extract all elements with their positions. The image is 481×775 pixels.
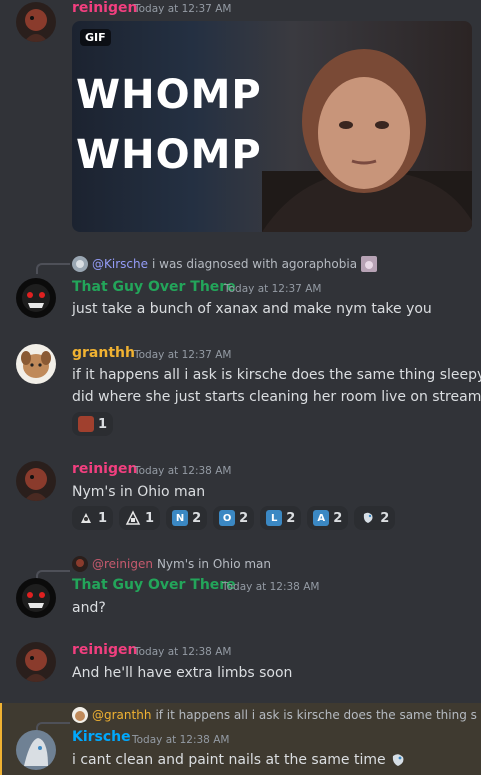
- avatar-reinigen[interactable]: [16, 642, 56, 682]
- reaction-count: 2: [239, 510, 249, 526]
- reaction[interactable]: 2: [354, 506, 396, 530]
- message-text: and?: [72, 600, 106, 616]
- reply-text: Nym's in Ohio man: [156, 557, 272, 571]
- reply-preview[interactable]: @granthh if it happens all i ask is kirs…: [72, 707, 477, 723]
- reaction-count: 2: [286, 510, 296, 526]
- avatar-that-guy-over-there[interactable]: [16, 578, 56, 618]
- gif-image: [262, 49, 472, 232]
- reply-mention[interactable]: @Kirsche: [92, 257, 148, 271]
- reply-avatar: [72, 707, 88, 723]
- timestamp: Today at 12:37 AM: [134, 349, 232, 361]
- message-row: i cant clean and paint nails at the same…: [72, 749, 407, 771]
- avatar-reinigen[interactable]: [16, 461, 56, 501]
- custom-emoji-icon: [360, 510, 376, 526]
- custom-emoji-icon: [389, 751, 407, 769]
- author-name[interactable]: That Guy Over There: [72, 279, 236, 295]
- reply-text: if it happens all i ask is kirsche does …: [155, 708, 477, 722]
- reaction[interactable]: 1: [119, 506, 161, 530]
- reaction-count: 2: [380, 510, 390, 526]
- reply-mention[interactable]: @granthh: [92, 708, 151, 722]
- reply-text: i was diagnosed with agoraphobia: [151, 257, 358, 271]
- timestamp: Today at 12:38 AM: [222, 581, 320, 593]
- reactions-bar: 1 1 N 2 O 2 L 2 A 2 2: [72, 506, 396, 530]
- reaction-count: 1: [145, 510, 155, 526]
- message-text: did where she just starts cleaning her r…: [72, 389, 481, 405]
- custom-emoji-icon: [78, 510, 94, 526]
- avatar-granthh[interactable]: [16, 344, 56, 384]
- gif-caption-line: WHOMP: [76, 72, 262, 118]
- face-emoji-icon: [78, 416, 94, 432]
- chat-view: reinigen Today at 12:37 AM GIF WHOMP WHO…: [0, 0, 481, 775]
- reply-mention[interactable]: @reinigen: [92, 557, 153, 571]
- message-text: Nym's in Ohio man: [72, 484, 206, 500]
- reply-avatar: [72, 556, 88, 572]
- regional-o-icon: O: [219, 510, 236, 526]
- gif-badge: GIF: [80, 29, 111, 46]
- reply-spine: [36, 263, 70, 274]
- timestamp: Today at 12:37 AM: [224, 283, 322, 295]
- reply-avatar: [72, 256, 88, 272]
- avatar-reinigen[interactable]: [16, 2, 56, 42]
- custom-emoji-icon: [361, 256, 378, 272]
- reaction[interactable]: L 2: [260, 506, 302, 530]
- reaction[interactable]: O 2: [213, 506, 255, 530]
- reply-preview[interactable]: @Kirsche i was diagnosed with agoraphobi…: [72, 256, 378, 272]
- reaction-count: 2: [333, 510, 343, 526]
- custom-emoji-icon: [125, 510, 141, 526]
- author-name[interactable]: That Guy Over There: [72, 577, 236, 593]
- message-text: And he'll have extra limbs soon: [72, 665, 293, 681]
- message-text: just take a bunch of xanax and make nym …: [72, 301, 432, 317]
- author-name[interactable]: reinigen: [72, 642, 137, 658]
- reactions-bar: 1: [72, 412, 114, 436]
- reaction-count: 1: [98, 416, 108, 432]
- reaction[interactable]: 1: [72, 412, 114, 436]
- reaction-count: 1: [98, 510, 108, 526]
- message-text: i cant clean and paint nails at the same…: [72, 752, 386, 768]
- gif-embed[interactable]: GIF WHOMP WHOMP: [72, 21, 472, 232]
- author-name[interactable]: granthh: [72, 345, 135, 361]
- avatar-kirsche[interactable]: [16, 730, 56, 770]
- reaction[interactable]: A 2: [307, 506, 349, 530]
- timestamp: Today at 12:38 AM: [132, 734, 230, 746]
- mention-highlight-bar: [0, 703, 2, 775]
- timestamp: Today at 12:38 AM: [134, 465, 232, 477]
- reply-preview[interactable]: @reinigen Nym's in Ohio man: [72, 556, 271, 572]
- author-name[interactable]: reinigen: [72, 0, 137, 16]
- timestamp: Today at 12:37 AM: [134, 3, 232, 15]
- reaction-count: 2: [192, 510, 202, 526]
- message-text: if it happens all i ask is kirsche does …: [72, 367, 481, 383]
- reaction[interactable]: 1: [72, 506, 114, 530]
- timestamp: Today at 12:38 AM: [134, 646, 232, 658]
- regional-a-icon: A: [313, 510, 330, 526]
- avatar-that-guy-over-there[interactable]: [16, 278, 56, 318]
- author-name[interactable]: Kirsche: [72, 729, 131, 745]
- author-name[interactable]: reinigen: [72, 461, 137, 477]
- gif-caption-line: WHOMP: [76, 132, 262, 178]
- regional-l-icon: L: [266, 510, 283, 526]
- reaction[interactable]: N 2: [166, 506, 208, 530]
- regional-n-icon: N: [172, 510, 189, 526]
